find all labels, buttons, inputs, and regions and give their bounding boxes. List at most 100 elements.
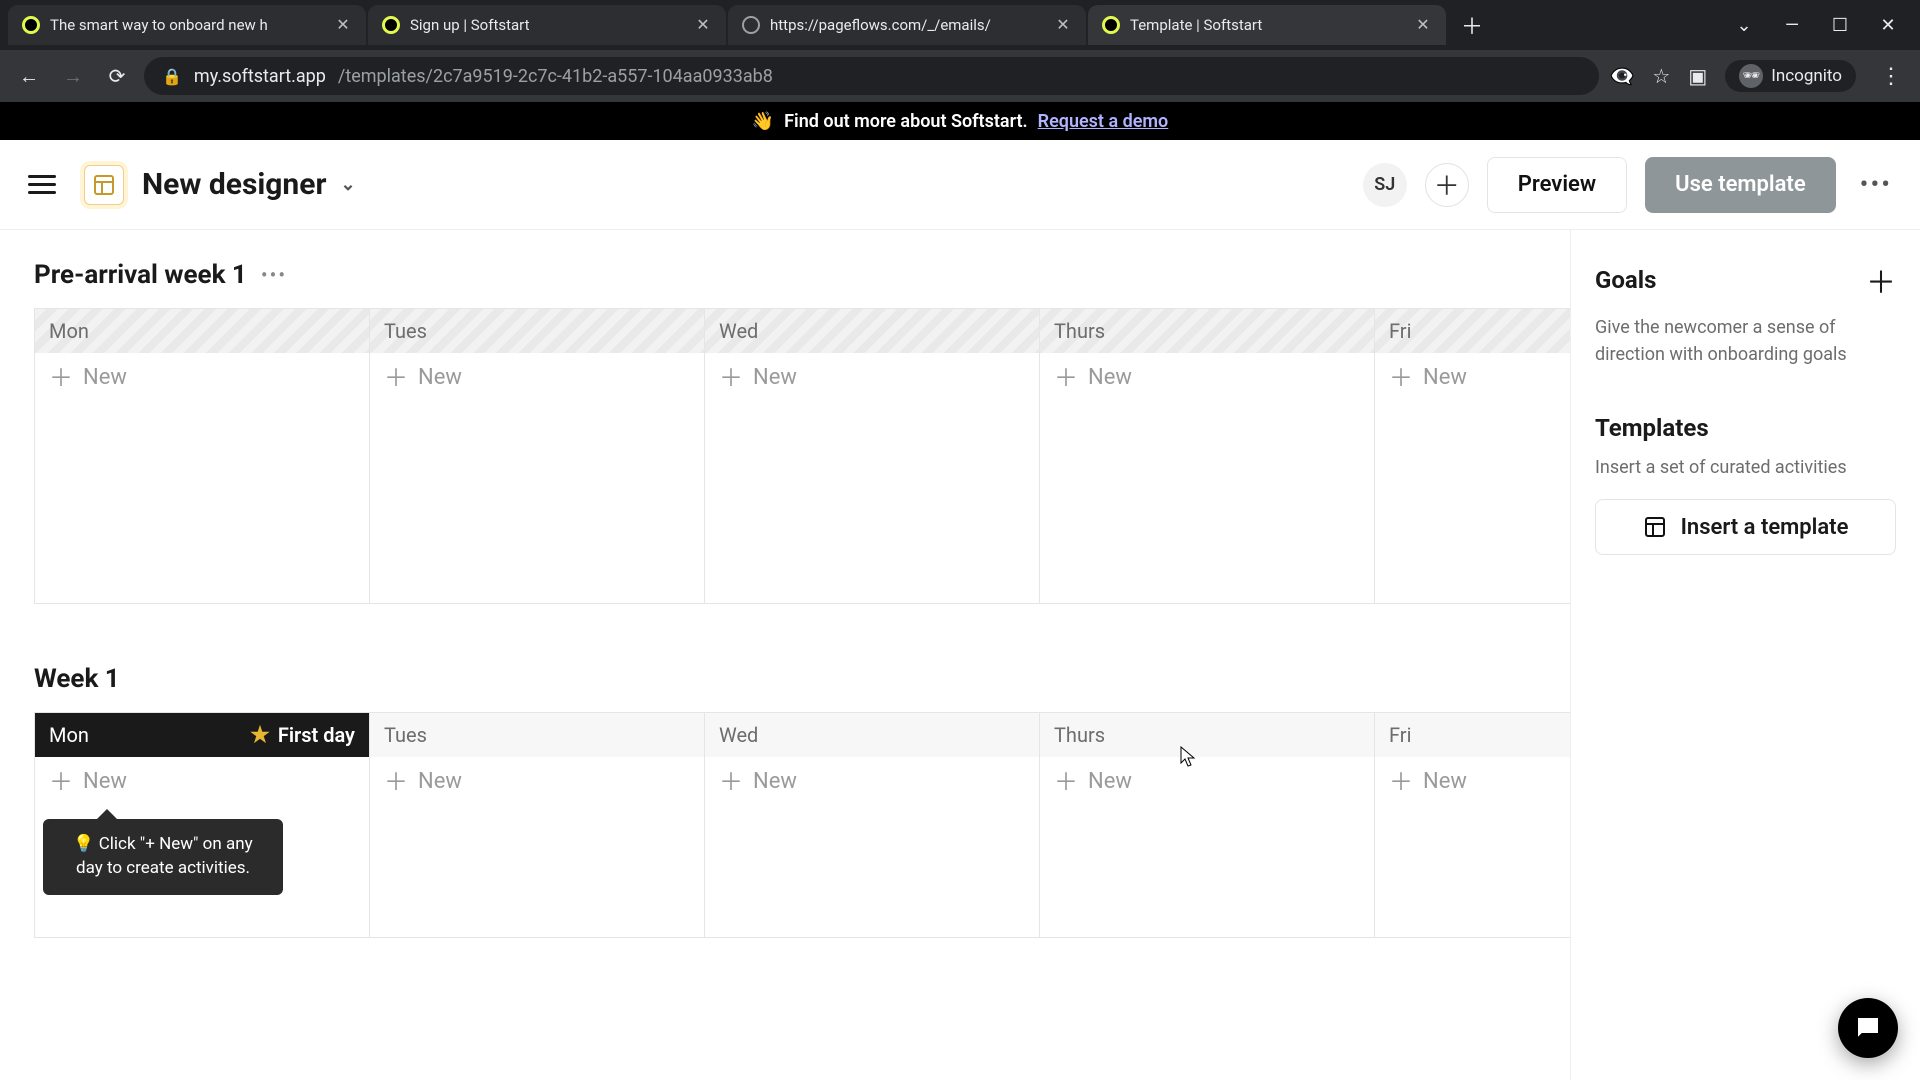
new-label: New — [83, 769, 127, 794]
new-label: New — [83, 365, 127, 390]
day-label: Fri — [1389, 319, 1411, 343]
new-tab-button[interactable]: ＋ — [1454, 7, 1490, 43]
first-day-label: First day — [278, 723, 355, 747]
week-title: Pre-arrival week 1 — [34, 260, 247, 290]
minimize-icon[interactable]: ― — [1782, 15, 1802, 35]
day-column: Mon ★ First day ＋ New 💡 Click "+ New" on … — [35, 713, 370, 937]
template-icon — [84, 165, 124, 205]
plus-icon: ＋ — [719, 366, 743, 390]
favicon-icon — [382, 16, 400, 34]
new-label: New — [1423, 769, 1467, 794]
use-template-label: Use template — [1675, 172, 1806, 197]
templates-desc: Insert a set of curated activities — [1595, 454, 1896, 481]
day-label: Thurs — [1054, 723, 1105, 747]
request-demo-link[interactable]: Request a demo — [1038, 111, 1169, 132]
hint-text: 💡 Click "+ New" on any day to create act… — [73, 834, 252, 878]
bookmark-icon[interactable]: ☆ — [1652, 64, 1670, 88]
plus-icon: ＋ — [1054, 770, 1078, 794]
plus-icon: ＋ — [384, 770, 408, 794]
day-column: Thurs ＋ New — [1040, 713, 1375, 937]
plus-icon: ＋ — [49, 770, 73, 794]
forward-button[interactable]: → — [56, 59, 90, 93]
day-column: Fri ＋New — [1375, 713, 1570, 937]
browser-tab[interactable]: https://pageflows.com/_/emails/ ✕ — [728, 5, 1086, 45]
add-goal-button[interactable]: ＋ — [1866, 258, 1896, 302]
close-icon[interactable]: ✕ — [334, 16, 352, 34]
avatar[interactable]: SJ — [1363, 163, 1407, 207]
new-label: New — [418, 365, 462, 390]
close-icon[interactable]: ✕ — [1054, 16, 1072, 34]
plus-icon: ＋ — [384, 366, 408, 390]
add-collaborator-button[interactable]: ＋ — [1425, 163, 1469, 207]
close-window-icon[interactable]: ✕ — [1878, 15, 1898, 35]
help-fab[interactable] — [1838, 998, 1898, 1058]
url-path: /templates/2c7a9519-2c7c-41b2-a557-104aa… — [338, 66, 773, 87]
plus-icon: ＋ — [1389, 366, 1413, 390]
main-canvas: Pre-arrival week 1 ••• Mon ＋New Tues ＋Ne… — [0, 230, 1570, 1080]
incognito-label: Incognito — [1771, 66, 1842, 86]
incognito-badge[interactable]: 🕶 Incognito — [1725, 60, 1856, 92]
back-button[interactable]: ← — [12, 59, 46, 93]
new-label: New — [1088, 769, 1132, 794]
insert-template-label: Insert a template — [1681, 515, 1849, 540]
day-label: Thurs — [1054, 319, 1105, 343]
day-header: Mon ★ First day — [35, 713, 369, 757]
plus-icon: ＋ — [49, 366, 73, 390]
new-label: New — [753, 769, 797, 794]
tab-title: Template | Softstart — [1130, 16, 1404, 34]
chat-icon — [1853, 1013, 1883, 1043]
day-column: Wed ＋New — [705, 713, 1040, 937]
use-template-button[interactable]: Use template — [1645, 157, 1836, 213]
new-activity-button[interactable]: ＋ New — [1389, 365, 1570, 390]
preview-button[interactable]: Preview — [1487, 157, 1627, 213]
new-activity-button[interactable]: ＋New — [719, 365, 1025, 390]
close-icon[interactable]: ✕ — [1414, 16, 1432, 34]
day-column: Tues ＋New — [370, 309, 705, 603]
tabstrip: The smart way to onboard new h ✕ Sign up… — [0, 0, 1920, 50]
templates-title: Templates — [1595, 414, 1709, 442]
template-icon — [1643, 515, 1667, 539]
goals-desc: Give the newcomer a sense of direction w… — [1595, 314, 1896, 368]
day-column: Wed ＋New — [705, 309, 1040, 603]
eye-off-icon[interactable]: 👁‍🗨 — [1609, 64, 1634, 88]
new-label: New — [418, 769, 462, 794]
menu-button[interactable] — [28, 175, 56, 194]
browser-tab[interactable]: Template | Softstart ✕ — [1088, 5, 1446, 45]
new-activity-button[interactable]: ＋ New — [384, 769, 690, 794]
browser-chrome: The smart way to onboard new h ✕ Sign up… — [0, 0, 1920, 102]
new-activity-button[interactable]: ＋ New — [49, 365, 355, 390]
day-header: Fri — [1375, 713, 1570, 757]
day-column: Mon ＋New — [35, 309, 370, 603]
week-menu-icon[interactable]: ••• — [261, 263, 287, 287]
new-activity-button[interactable]: ＋New — [1389, 769, 1570, 794]
maximize-icon[interactable]: ☐ — [1830, 15, 1850, 35]
new-label: New — [1423, 365, 1467, 390]
promo-text: Find out more about Softstart. — [784, 111, 1028, 132]
insert-template-button[interactable]: Insert a template — [1595, 499, 1896, 555]
doc-title-dropdown[interactable]: New designer ⌄ — [142, 167, 356, 202]
new-activity-button[interactable]: ＋ New — [1054, 769, 1360, 794]
new-activity-button[interactable]: ＋New — [1054, 365, 1360, 390]
week-grid: Mon ★ First day ＋ New 💡 Click "+ New" on … — [34, 712, 1570, 938]
hint-tooltip: 💡 Click "+ New" on any day to create act… — [43, 819, 283, 895]
new-activity-button[interactable]: ＋New — [719, 769, 1025, 794]
tab-search-icon[interactable]: ⌄ — [1734, 15, 1754, 35]
new-activity-button[interactable]: ＋ New — [384, 365, 690, 390]
new-label: New — [1088, 365, 1132, 390]
new-activity-button[interactable]: ＋ New — [49, 769, 355, 794]
url-input[interactable]: 🔒 my.softstart.app/templates/2c7a9519-2c… — [144, 57, 1599, 95]
day-header: Wed — [705, 713, 1039, 757]
day-label: Tues — [384, 723, 427, 747]
extensions-icon[interactable]: ▣ — [1688, 64, 1707, 88]
browser-menu-icon[interactable]: ⋮ — [1874, 64, 1908, 89]
week-title: Week 1 — [34, 664, 120, 694]
more-menu-icon[interactable]: ••• — [1860, 170, 1892, 200]
close-icon[interactable]: ✕ — [694, 16, 712, 34]
doc-title-text: New designer — [142, 167, 326, 202]
week-grid: Mon ＋New Tues ＋New Wed ＋New Thurs ＋New F… — [34, 308, 1570, 604]
reload-button[interactable]: ⟳ — [100, 59, 134, 93]
day-column: Fri ＋ New — [1375, 309, 1570, 603]
browser-tab[interactable]: Sign up | Softstart ✕ — [368, 5, 726, 45]
browser-tab[interactable]: The smart way to onboard new h ✕ — [8, 5, 366, 45]
avatar-initials: SJ — [1374, 174, 1395, 195]
